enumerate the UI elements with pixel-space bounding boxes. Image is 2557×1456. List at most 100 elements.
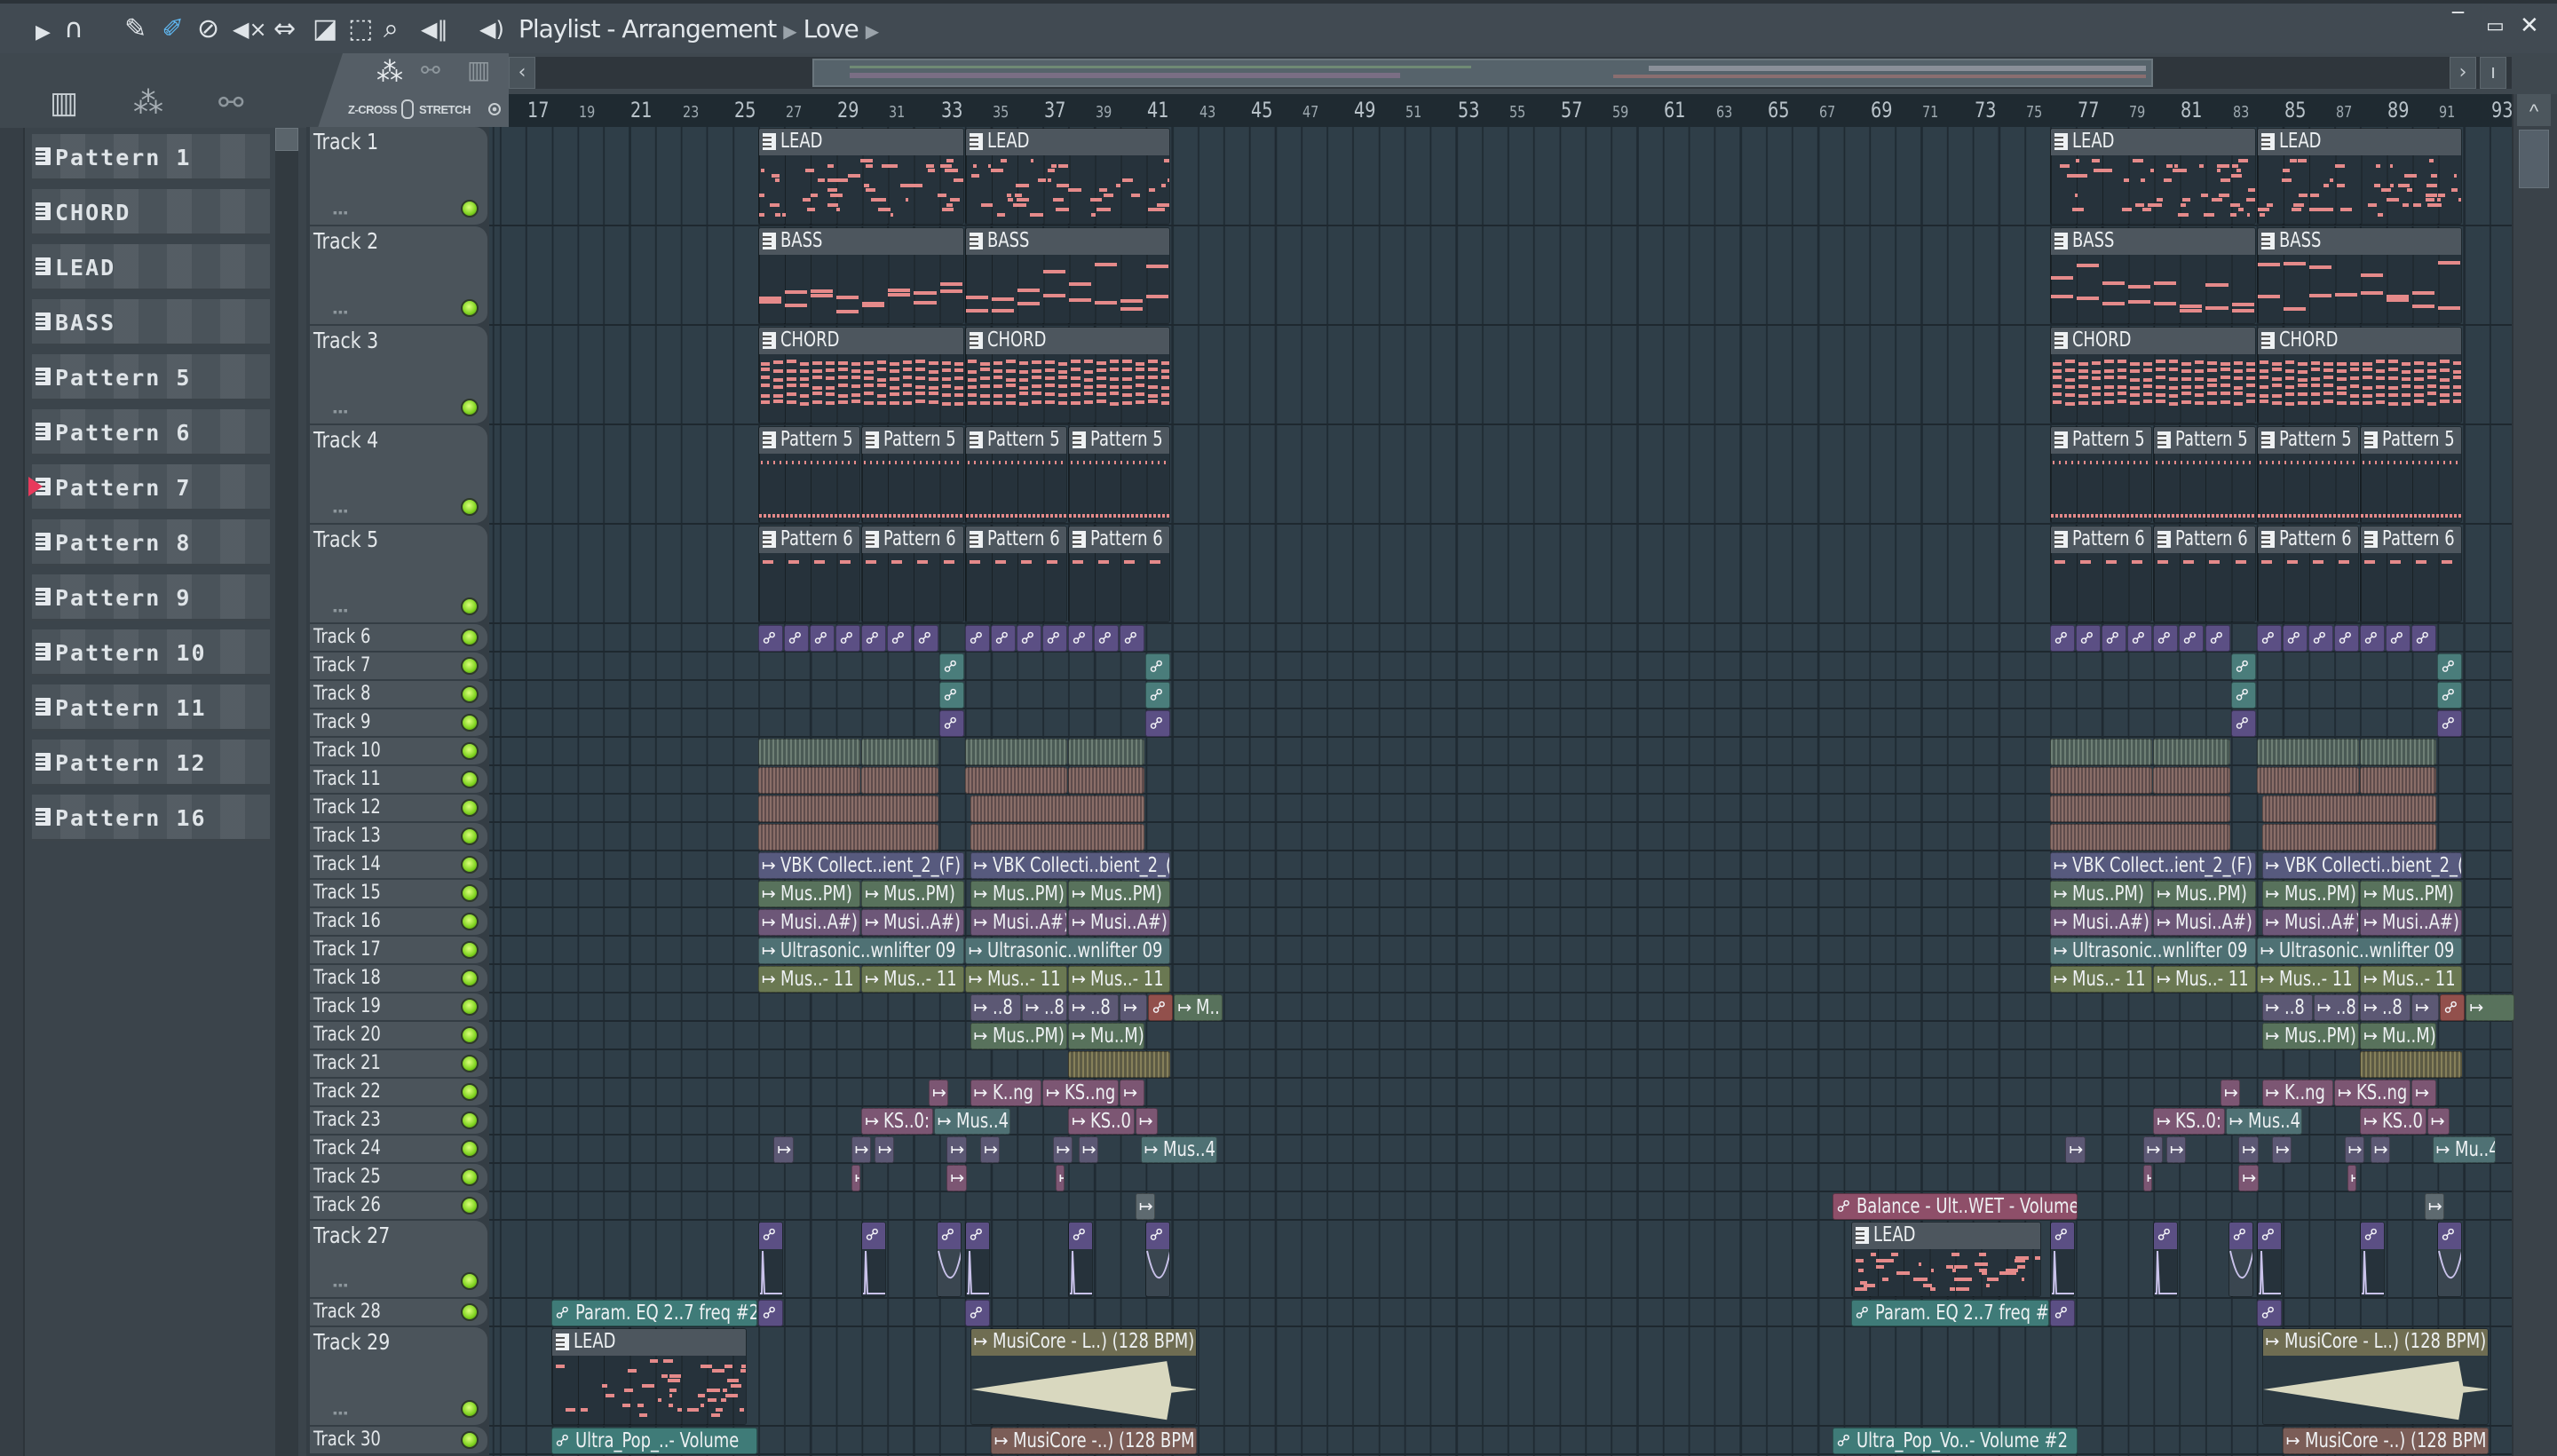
- audio-clip[interactable]: ↦ Mus..- 11: [757, 966, 861, 993]
- automation-clip[interactable]: ⚯: [2205, 625, 2230, 652]
- audio-clip[interactable]: ↦ KS..0:: [2153, 1108, 2225, 1135]
- track-enable-led[interactable]: [461, 884, 479, 902]
- track-header[interactable]: Track 28: [310, 1299, 487, 1327]
- audio-clip[interactable]: [964, 767, 1068, 794]
- track-header[interactable]: Track 14: [310, 851, 487, 880]
- automation-clip[interactable]: ⚯: [835, 625, 861, 652]
- audio-clip[interactable]: ↦ KS..ng: [2334, 1080, 2411, 1106]
- automation-clip[interactable]: ⚯: [757, 1222, 783, 1297]
- audio-clip[interactable]: ↦ Mu..M): [2360, 1023, 2437, 1049]
- audio-clip[interactable]: ↦: [2065, 1136, 2086, 1163]
- automation-clip[interactable]: ⚯: [913, 625, 938, 652]
- audio-clip[interactable]: [2049, 795, 2230, 822]
- pattern-clip[interactable]: Pattern 5: [2360, 426, 2463, 523]
- play-arrow-icon[interactable]: ▶: [36, 20, 51, 46]
- track-header[interactable]: Track 21: [310, 1050, 487, 1079]
- automation-clip[interactable]: ⚯: [861, 1222, 887, 1297]
- pattern-clip[interactable]: Pattern 6: [2049, 526, 2153, 622]
- paint-brush-icon[interactable]: ✐: [162, 16, 184, 43]
- audio-clip[interactable]: ↦: [980, 1136, 1001, 1163]
- automation-clip[interactable]: ⚯: [2230, 710, 2256, 737]
- timeline-ruler[interactable]: 17 19 21 23 25 27 29 31 33 35 37 39 41 43 45 47 49 51 53 55…: [509, 94, 2513, 128]
- automation-clip[interactable]: ⚯: [2049, 1222, 2075, 1297]
- audio-clip[interactable]: ↦ MusiCore -..) (128 BPM): [2282, 1428, 2489, 1454]
- track-enable-led[interactable]: [461, 1112, 479, 1129]
- pattern-clip[interactable]: CHORD: [964, 327, 1171, 423]
- automation-clip[interactable]: ⚯: [1068, 625, 1094, 652]
- pattern-clip[interactable]: Pattern 5: [1068, 426, 1171, 523]
- track-lane[interactable]: [489, 1079, 2512, 1107]
- pattern-item[interactable]: Pattern 5: [32, 354, 270, 400]
- pattern-clip[interactable]: BASS: [2256, 227, 2463, 324]
- audio-clip[interactable]: ↦ Mu..M): [1068, 1023, 1145, 1049]
- automation-clip[interactable]: ⚯: [938, 682, 964, 708]
- automation-icon[interactable]: ⚯: [218, 85, 244, 121]
- audio-clip[interactable]: [2261, 795, 2437, 822]
- pattern-list-scrollbar[interactable]: [275, 128, 298, 1456]
- audio-clip[interactable]: ↦ Musi..A#): [2049, 909, 2153, 936]
- track-enable-led[interactable]: [461, 998, 479, 1016]
- automation-clip[interactable]: ⚯: [2386, 625, 2411, 652]
- pencil-icon[interactable]: ✎: [124, 16, 146, 43]
- track-enable-led[interactable]: [461, 399, 479, 416]
- track-lane[interactable]: [489, 709, 2512, 738]
- audio-clip[interactable]: ↦ VBK Collecti..bient_2_(F): [2261, 852, 2463, 879]
- pattern-clip[interactable]: Pattern 5: [861, 426, 964, 523]
- pattern-item[interactable]: Pattern 9: [32, 574, 270, 621]
- track-header[interactable]: Track 16: [310, 908, 487, 937]
- close-button[interactable]: ✕: [2520, 12, 2539, 39]
- audio-clip[interactable]: ↦ ..8: [2360, 994, 2411, 1021]
- track-enable-led[interactable]: [461, 629, 479, 646]
- audio-clip[interactable]: [2360, 767, 2437, 794]
- pattern-clip[interactable]: Pattern 5: [2049, 426, 2153, 523]
- automation-clip[interactable]: ⚯: [2127, 625, 2153, 652]
- pattern-clip[interactable]: Pattern 6: [2153, 526, 2256, 622]
- playback-icon[interactable]: ◀‖: [421, 16, 447, 43]
- automation-clip[interactable]: ⚯: [784, 625, 810, 652]
- audio-clip[interactable]: ↦ Ultrasonic..wnlifter 09: [2256, 938, 2463, 964]
- audio-clip[interactable]: ↦ Mus..4: [933, 1108, 1011, 1135]
- pattern-clip[interactable]: Pattern 6: [861, 526, 964, 622]
- automation-clip[interactable]: ⚯: [2049, 625, 2075, 652]
- audio-clip[interactable]: ↦ Mus..- 11: [2153, 966, 2256, 993]
- audio-clip[interactable]: ↦ Mus..- 11: [1068, 966, 1171, 993]
- automation-clip[interactable]: ⚯: [2179, 625, 2205, 652]
- track-header[interactable]: Track 22: [310, 1079, 487, 1107]
- audio-clip[interactable]: ↦ ..8: [2261, 994, 2313, 1021]
- track-lane[interactable]: [489, 681, 2512, 709]
- audio-clip[interactable]: ↦ KS..ng: [1042, 1080, 1120, 1106]
- automation-clip[interactable]: ⚯ Param. EQ 2..7 freq #2: [551, 1300, 757, 1326]
- slip-icon[interactable]: ⇔: [273, 16, 296, 43]
- audio-clip[interactable]: ↦ ..8: [1021, 994, 1068, 1021]
- audio-clip[interactable]: ↦ M..: [1174, 994, 1223, 1021]
- audio-clip[interactable]: ↦: [2142, 1136, 2163, 1163]
- automation-clip[interactable]: ⚯: [938, 653, 964, 680]
- audio-clip[interactable]: ↦ Musi..A#): [1068, 909, 1171, 936]
- track-lane[interactable]: [489, 1427, 2512, 1455]
- track-enable-led[interactable]: [461, 1140, 479, 1158]
- track-options-icon[interactable]: ▪▪▪: [333, 603, 349, 617]
- audio-clip[interactable]: ↦: [2411, 994, 2440, 1021]
- automation-clip[interactable]: ⚯: [2308, 625, 2333, 652]
- audio-clip[interactable]: ↦ Ultrasonic..wnlifter 09: [757, 938, 964, 964]
- audio-clip[interactable]: ↦ Musi..A#): [970, 909, 1068, 936]
- audio-clip[interactable]: ↦ VBK Collect..ient_2_(F): [757, 852, 964, 879]
- audio-clip[interactable]: [757, 739, 861, 765]
- audio-clip[interactable]: ↦: [2466, 994, 2514, 1021]
- track-options-icon[interactable]: ▪▪▪: [333, 305, 349, 319]
- audio-clip[interactable]: ↦ Mus..PM): [2360, 881, 2463, 907]
- audio-clip[interactable]: ↦: [1120, 994, 1148, 1021]
- automation-clip[interactable]: ⚯: [2153, 1222, 2179, 1297]
- track-lane[interactable]: [489, 1221, 2512, 1299]
- track-header[interactable]: Track 8: [310, 681, 487, 709]
- track-lane[interactable]: [489, 1192, 2512, 1221]
- automation-clip[interactable]: ⚯: [1016, 625, 1041, 652]
- automation-clip[interactable]: ⚯: [887, 625, 913, 652]
- pattern-clip[interactable]: Pattern 5: [964, 426, 1068, 523]
- track-header[interactable]: Track 18: [310, 965, 487, 993]
- pattern-item[interactable]: BASS: [32, 299, 270, 345]
- track-header[interactable]: Track 27 ▪▪▪: [310, 1221, 487, 1299]
- zoom-icon[interactable]: ⌕: [384, 16, 399, 43]
- audio-clip[interactable]: [757, 795, 938, 822]
- pattern-clip[interactable]: Pattern 6: [757, 526, 861, 622]
